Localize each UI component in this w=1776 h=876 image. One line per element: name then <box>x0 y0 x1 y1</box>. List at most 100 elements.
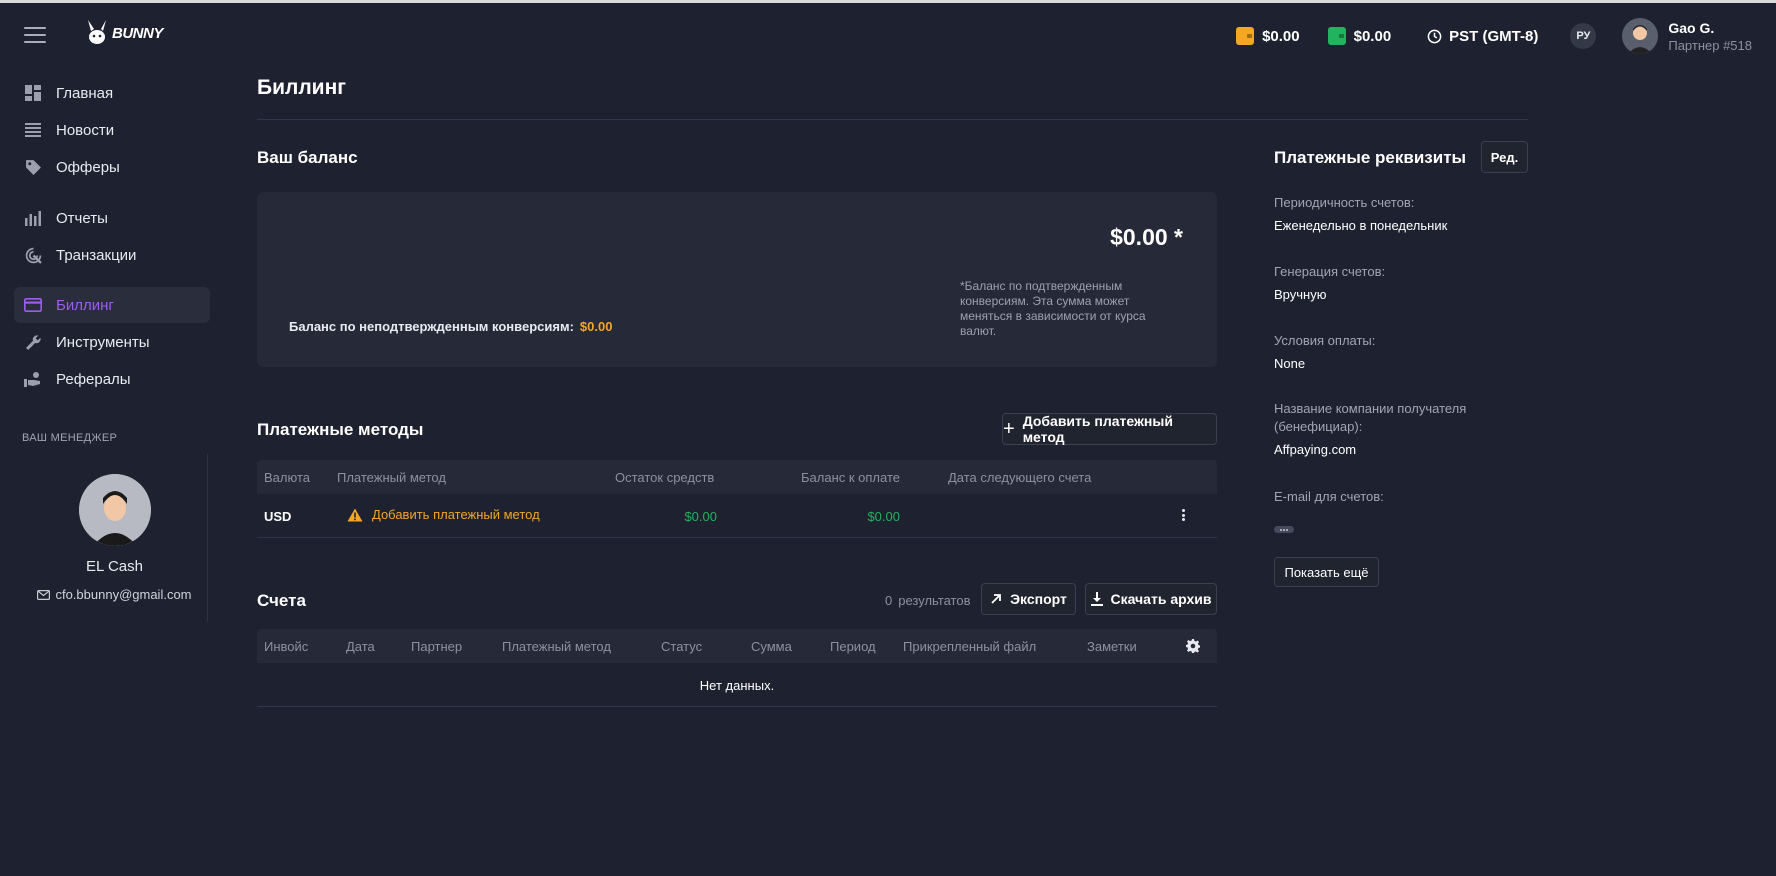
language-switcher[interactable]: РУ <box>1570 23 1597 49</box>
column-header: Партнер <box>411 639 463 654</box>
invoices-title: Счета <box>257 591 306 610</box>
column-header: Заметки <box>1087 639 1137 654</box>
wallet-orange-value: $0.00 <box>1262 27 1300 45</box>
mail-icon <box>37 589 51 600</box>
warning-icon <box>347 508 363 521</box>
remaining-funds-cell: $0.00 <box>684 509 717 524</box>
payment-methods-title: Платежные методы <box>257 420 424 439</box>
sidebar-item-news[interactable]: Новости <box>14 112 210 148</box>
show-more-button[interactable]: Показать ещё <box>1274 557 1379 587</box>
sidebar-item-label: Рефералы <box>56 370 131 388</box>
sidebar-item-label: Офферы <box>56 158 120 176</box>
invoice-email-label: E-mail для счетов: <box>1274 489 1384 504</box>
credit-card-icon <box>24 296 42 314</box>
bar-chart-icon <box>24 209 42 227</box>
export-button[interactable]: Экспорт <box>981 583 1076 615</box>
plus-icon: + <box>1003 418 1015 440</box>
column-header: Баланс к оплате <box>801 470 901 485</box>
hidden-email-ellipsis-icon <box>1274 526 1294 533</box>
invoice-frequency-value: Еженедельно в понедельник <box>1274 218 1448 233</box>
sidebar-item-tools[interactable]: Инструменты <box>14 324 210 360</box>
logo-text: BUNNY <box>112 24 163 42</box>
timezone-label: PST (GMT-8) <box>1449 27 1539 45</box>
column-header: Прикрепленный файл <box>903 639 1037 654</box>
sidebar-item-home[interactable]: Главная <box>14 75 210 111</box>
referral-hand-icon <box>24 370 42 388</box>
row-divider <box>257 706 1217 707</box>
column-header: Дата следующего счета <box>948 470 1092 485</box>
payment-methods-table-header: Валюта Платежный метод Остаток средств Б… <box>257 460 1217 494</box>
news-icon <box>24 121 42 139</box>
invoice-generation-label: Генерация счетов: <box>1274 264 1386 279</box>
manager-name: EL Cash <box>86 558 143 575</box>
wallet-icon <box>1236 27 1255 45</box>
column-header: Дата <box>346 639 375 654</box>
balance-to-pay-cell: $0.00 <box>867 509 900 524</box>
balance-card: $0.00 * *Баланс по подтвержденным конвер… <box>257 192 1217 367</box>
download-archive-button[interactable]: Скачать архив <box>1085 583 1217 615</box>
page-title: Биллинг <box>257 76 347 99</box>
invoices-table-header: Инвойс Дата Партнер Платежный метод Стат… <box>257 629 1217 663</box>
balance-note: *Баланс по подтвержденным конверсиям. Эт… <box>960 279 1146 338</box>
arrow-up-right-icon <box>991 594 1001 604</box>
row-divider <box>257 537 1217 538</box>
user-menu[interactable]: Gao G. Партнер #518 <box>1622 18 1752 54</box>
table-settings-gear-icon[interactable] <box>1186 639 1200 656</box>
logo[interactable]: BUNNY <box>86 19 163 47</box>
tag-icon <box>24 158 42 176</box>
wrench-icon <box>24 333 42 351</box>
sidebar-item-reports[interactable]: Отчеты <box>14 200 210 236</box>
add-payment-method-link[interactable]: Добавить платежный метод <box>347 507 540 522</box>
export-label: Экспорт <box>1010 591 1067 607</box>
sidebar-item-label: Инструменты <box>56 333 150 351</box>
requisites-title: Платежные реквизиты <box>1274 148 1467 167</box>
beneficiary-label: Название компании получателя (бенефициар… <box>1274 401 1467 434</box>
results-count-number: 0 <box>885 593 893 608</box>
manager-avatar <box>78 474 151 546</box>
invoice-generation-value: Вручную <box>1274 287 1327 302</box>
cursor-click-icon <box>24 246 42 264</box>
unconfirmed-balance-label: Баланс по неподтвержденным конверсиям: <box>289 319 574 334</box>
wallet-green-balance[interactable]: $0.00 <box>1327 27 1392 45</box>
row-actions-kebab-icon[interactable] <box>1176 507 1190 523</box>
payment-terms-value: None <box>1274 356 1306 371</box>
download-archive-label: Скачать архив <box>1110 591 1212 607</box>
avatar <box>1622 18 1659 54</box>
column-header: Сумма <box>751 639 792 654</box>
bunny-logo-icon <box>88 20 106 44</box>
timezone-selector[interactable]: PST (GMT-8) <box>1427 28 1538 45</box>
wallet-green-value: $0.00 <box>1353 27 1392 45</box>
user-name: Gao G. <box>1668 19 1715 36</box>
sidebar-item-offers[interactable]: Офферы <box>14 149 210 185</box>
wallet-orange-balance[interactable]: $0.00 <box>1236 27 1300 45</box>
dashboard-icon <box>24 84 42 102</box>
add-payment-method-button[interactable]: + Добавить платежный метод <box>1002 413 1217 445</box>
manager-email[interactable]: cfo.bbunny@gmail.com <box>37 587 192 602</box>
sidebar-item-transactions[interactable]: Транзакции <box>14 237 210 273</box>
manager-section-title: ВАШ МЕНЕДЖЕР <box>22 432 118 444</box>
column-header: Остаток средств <box>615 470 715 485</box>
sidebar-item-label: Главная <box>56 84 114 102</box>
unconfirmed-balance-value: $0.00 <box>579 319 613 334</box>
sidebar-item-label: Транзакции <box>56 246 137 264</box>
sidebar-item-billing[interactable]: Биллинг <box>14 287 210 323</box>
manager-card: EL Cash cfo.bbunny@gmail.com <box>22 454 208 622</box>
empty-table-message: Нет данных. <box>699 678 775 693</box>
column-header: Валюта <box>264 470 310 485</box>
edit-requisites-button[interactable]: Ред. <box>1481 141 1528 173</box>
column-header: Платежный метод <box>502 639 611 654</box>
download-icon <box>1090 592 1103 606</box>
menu-hamburger-icon[interactable] <box>24 27 46 43</box>
clock-icon <box>1427 29 1442 43</box>
currency-cell: USD <box>264 509 292 524</box>
results-count: 0 результатов <box>885 593 970 608</box>
sidebar-item-referrals[interactable]: Рефералы <box>14 361 210 397</box>
column-header: Инвойс <box>264 639 309 654</box>
invoice-frequency-label: Периодичность счетов: <box>1274 195 1415 210</box>
confirmed-balance: $0.00 * <box>1110 224 1183 250</box>
wallet-icon <box>1327 27 1346 45</box>
add-payment-method-link-text: Добавить платежный метод <box>372 507 540 522</box>
manager-email-text: cfo.bbunny@gmail.com <box>55 587 192 602</box>
column-header: Статус <box>661 639 703 654</box>
user-partner-id: Партнер #518 <box>1668 37 1752 53</box>
